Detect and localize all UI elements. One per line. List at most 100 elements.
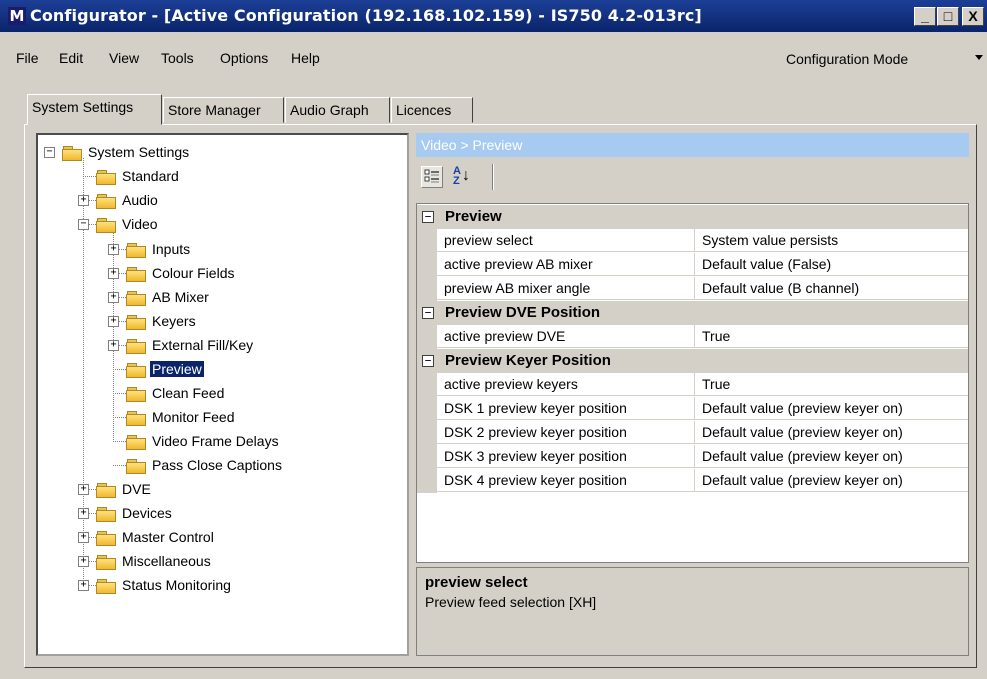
tree-item-miscellaneous[interactable]: + Miscellaneous <box>36 551 406 573</box>
tree-item-external-fill-key[interactable]: + External Fill/Key <box>36 335 406 357</box>
property-name: active preview DVE <box>437 325 695 348</box>
tree-item-label: Monitor Feed <box>152 409 235 425</box>
expand-icon[interactable]: + <box>108 316 119 327</box>
property-value[interactable]: Default value (B channel) <box>695 277 968 300</box>
property-name: active preview keyers <box>437 373 695 396</box>
chevron-down-icon[interactable] <box>975 55 983 60</box>
tree-connector-line <box>113 417 126 418</box>
property-row[interactable]: active preview DVE True <box>417 325 968 349</box>
tree-item-pass-close-captions[interactable]: Pass Close Captions <box>36 455 406 477</box>
tree-item-colour-fields[interactable]: + Colour Fields <box>36 263 406 285</box>
tree-item-inputs[interactable]: + Inputs <box>36 239 406 261</box>
tree-item-label: Inputs <box>152 241 191 257</box>
collapse-icon[interactable]: − <box>422 355 434 367</box>
description-text: Preview feed selection [XH] <box>425 594 597 610</box>
property-row[interactable]: preview select System value persists <box>417 229 968 253</box>
category-row[interactable]: − Preview DVE Position <box>417 301 968 325</box>
property-value[interactable]: Default value (False) <box>695 253 968 276</box>
folder-icon <box>126 387 146 402</box>
menu-tools[interactable]: Tools <box>161 50 194 66</box>
tree-item-video[interactable]: − Video <box>36 214 406 236</box>
tree-item-clean-feed[interactable]: Clean Feed <box>36 383 406 405</box>
expand-icon[interactable]: + <box>78 580 89 591</box>
minimize-button[interactable]: _ <box>914 7 936 26</box>
tree-item-standard[interactable]: Standard <box>36 166 406 188</box>
expand-icon[interactable]: + <box>108 340 119 351</box>
tree-connector-line <box>83 176 96 177</box>
expand-icon[interactable]: + <box>78 556 89 567</box>
expand-icon[interactable]: + <box>78 484 89 495</box>
categorized-view-button[interactable] <box>421 166 443 188</box>
tree-item-video-frame-delays[interactable]: Video Frame Delays <box>36 431 406 453</box>
tree-item-ab-mixer[interactable]: + AB Mixer <box>36 287 406 309</box>
folder-icon <box>96 531 116 546</box>
collapse-icon[interactable]: − <box>78 219 89 230</box>
tree-item-label: DVE <box>122 481 151 497</box>
property-value[interactable]: True <box>695 373 968 396</box>
menu-view[interactable]: View <box>109 50 139 66</box>
tree-item-label: Video <box>122 216 158 232</box>
folder-icon <box>126 435 146 450</box>
property-row[interactable]: DSK 2 preview keyer position Default valu… <box>417 421 968 445</box>
property-name: DSK 2 preview keyer position <box>437 421 695 444</box>
collapse-icon[interactable]: − <box>422 307 434 319</box>
property-value[interactable]: True <box>695 325 968 348</box>
close-button[interactable]: X <box>962 7 984 26</box>
menu-file[interactable]: File <box>16 50 39 66</box>
folder-icon <box>62 146 82 161</box>
tab-licences[interactable]: Licences <box>391 97 473 123</box>
property-row[interactable]: preview AB mixer angle Default value (B c… <box>417 277 968 301</box>
folder-icon <box>96 579 116 594</box>
maximize-button[interactable]: □ <box>937 7 959 26</box>
expand-icon[interactable]: + <box>78 508 89 519</box>
description-title: preview select <box>425 574 528 591</box>
property-value[interactable]: System value persists <box>695 229 968 252</box>
tree-connector-line <box>113 393 126 394</box>
property-value[interactable]: Default value (preview keyer on) <box>695 421 968 444</box>
tab-audio-graph[interactable]: Audio Graph <box>285 97 390 123</box>
tree-item-master-control[interactable]: + Master Control <box>36 527 406 549</box>
property-row[interactable]: active preview AB mixer Default value (Fa… <box>417 253 968 277</box>
property-row[interactable]: DSK 4 preview keyer position Default valu… <box>417 469 968 493</box>
category-row[interactable]: − Preview <box>417 205 968 229</box>
folder-icon <box>126 339 146 354</box>
tree-item-label: External Fill/Key <box>152 337 254 353</box>
tree-item-label: System Settings <box>88 144 190 160</box>
property-value[interactable]: Default value (preview keyer on) <box>695 445 968 468</box>
property-value[interactable]: Default value (preview keyer on) <box>695 397 968 420</box>
collapse-icon[interactable]: − <box>422 211 434 223</box>
alpha-bottom-letter: Z <box>453 175 460 187</box>
tab-store-manager[interactable]: Store Manager <box>163 97 284 123</box>
property-row[interactable]: DSK 1 preview keyer position Default valu… <box>417 397 968 421</box>
tree-item-system-settings[interactable]: − System Settings <box>36 142 406 164</box>
tree-item-dve[interactable]: + DVE <box>36 479 406 501</box>
property-row[interactable]: active preview keyers True <box>417 373 968 397</box>
folder-icon <box>96 218 116 233</box>
collapse-icon[interactable]: − <box>44 147 55 158</box>
expand-icon[interactable]: + <box>78 195 89 206</box>
tree-item-label: Colour Fields <box>152 265 235 281</box>
expand-icon[interactable]: + <box>108 268 119 279</box>
expand-icon[interactable]: + <box>78 532 89 543</box>
menu-edit[interactable]: Edit <box>59 50 83 66</box>
menu-help[interactable]: Help <box>291 50 320 66</box>
expand-icon[interactable]: + <box>108 292 119 303</box>
tab-system-settings[interactable]: System Settings <box>27 94 162 125</box>
property-value[interactable]: Default value (preview keyer on) <box>695 469 968 492</box>
tree-item-devices[interactable]: + Devices <box>36 503 406 525</box>
sort-down-arrow-icon: ↓ <box>462 167 470 184</box>
tree-item-label: Standard <box>122 168 179 184</box>
menu-options[interactable]: Options <box>220 50 268 66</box>
alphabetical-sort-button[interactable]: A Z ↓ <box>447 165 487 188</box>
tree-item-status-monitoring[interactable]: + Status Monitoring <box>36 575 406 597</box>
property-grid[interactable]: − Preview preview select System value persi… <box>416 203 969 563</box>
expand-icon[interactable]: + <box>108 244 119 255</box>
folder-icon <box>126 363 146 378</box>
tree-item-preview[interactable]: Preview <box>36 359 406 381</box>
tree-item-keyers[interactable]: + Keyers <box>36 311 406 333</box>
property-row[interactable]: DSK 3 preview keyer position Default valu… <box>417 445 968 469</box>
category-row[interactable]: − Preview Keyer Position <box>417 349 968 373</box>
tree-item-audio[interactable]: + Audio <box>36 190 406 212</box>
tree-item-label: Miscellaneous <box>122 553 211 569</box>
tree-item-monitor-feed[interactable]: Monitor Feed <box>36 407 406 429</box>
